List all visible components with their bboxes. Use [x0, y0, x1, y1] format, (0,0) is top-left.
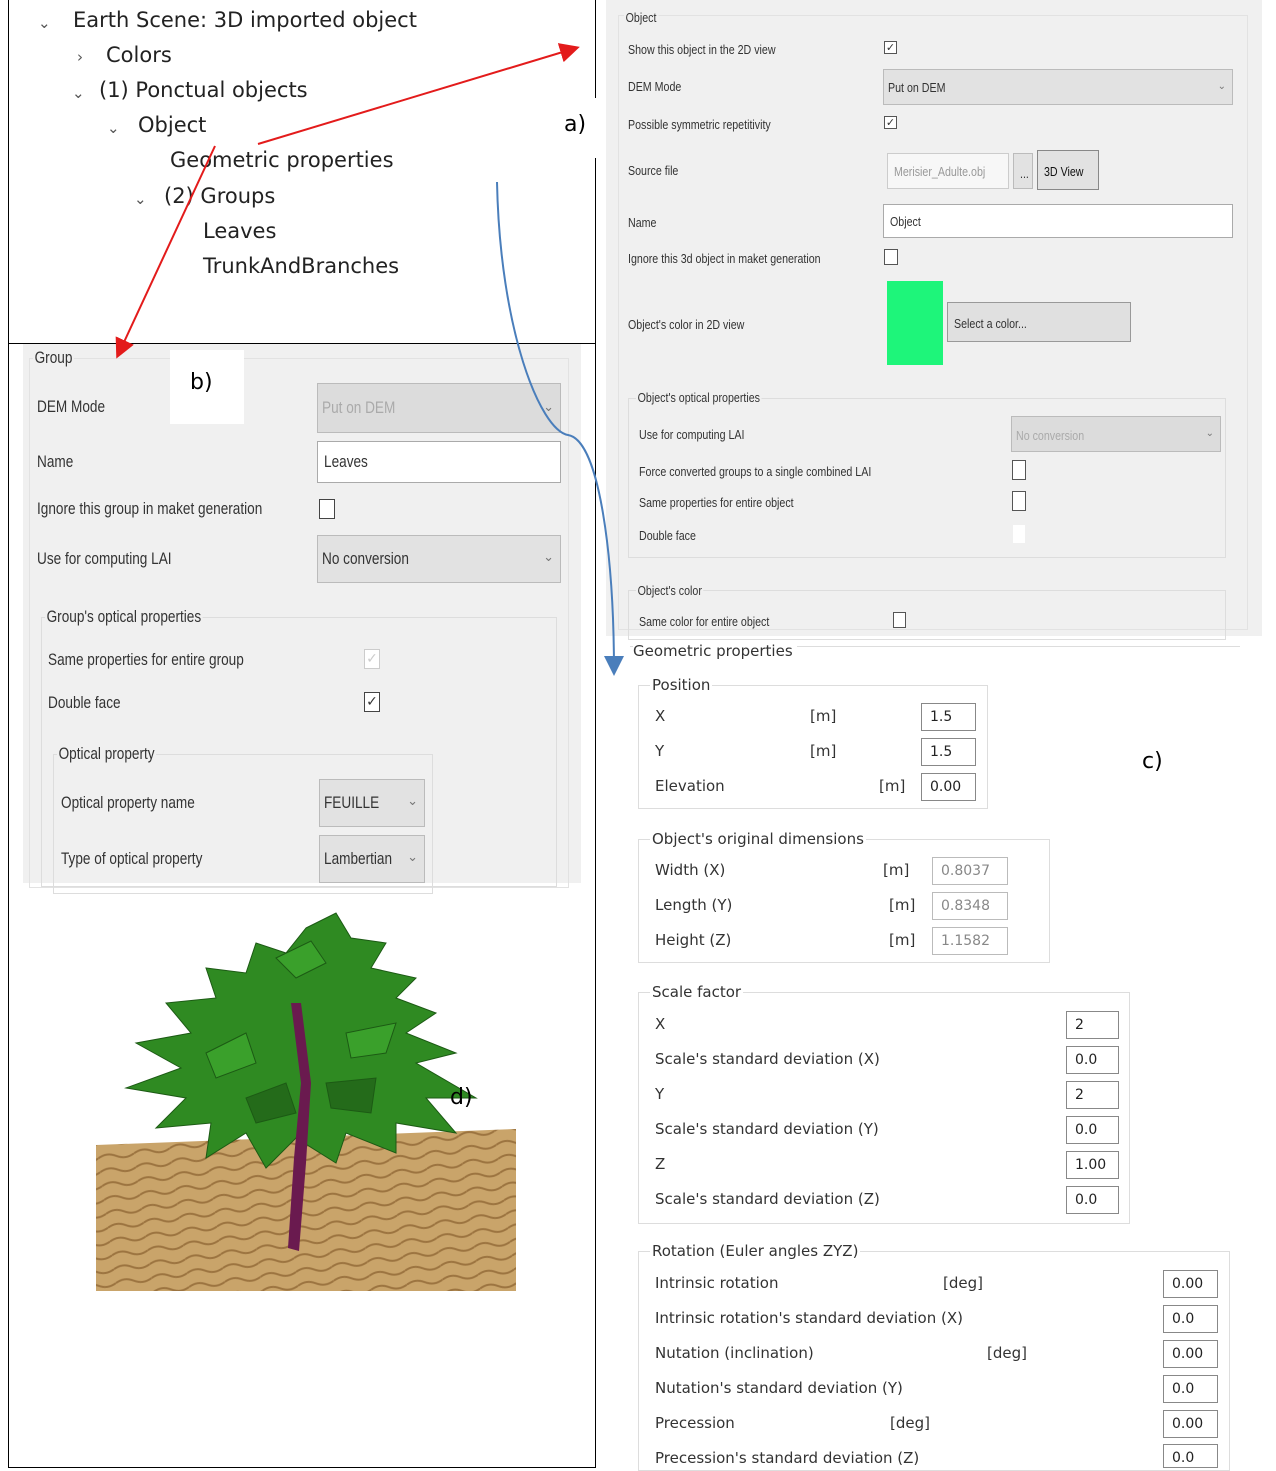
label-d: d): [450, 1085, 473, 1110]
arrow-to-geometric-panel: [496, 181, 624, 676]
label-c: c): [1122, 735, 1190, 793]
label-b: b): [170, 350, 244, 424]
label-a: a): [556, 98, 600, 158]
arrow-to-group-panel: [115, 145, 216, 359]
arrow-to-object-panel: [257, 43, 580, 145]
annotation-arrows: [115, 43, 624, 676]
